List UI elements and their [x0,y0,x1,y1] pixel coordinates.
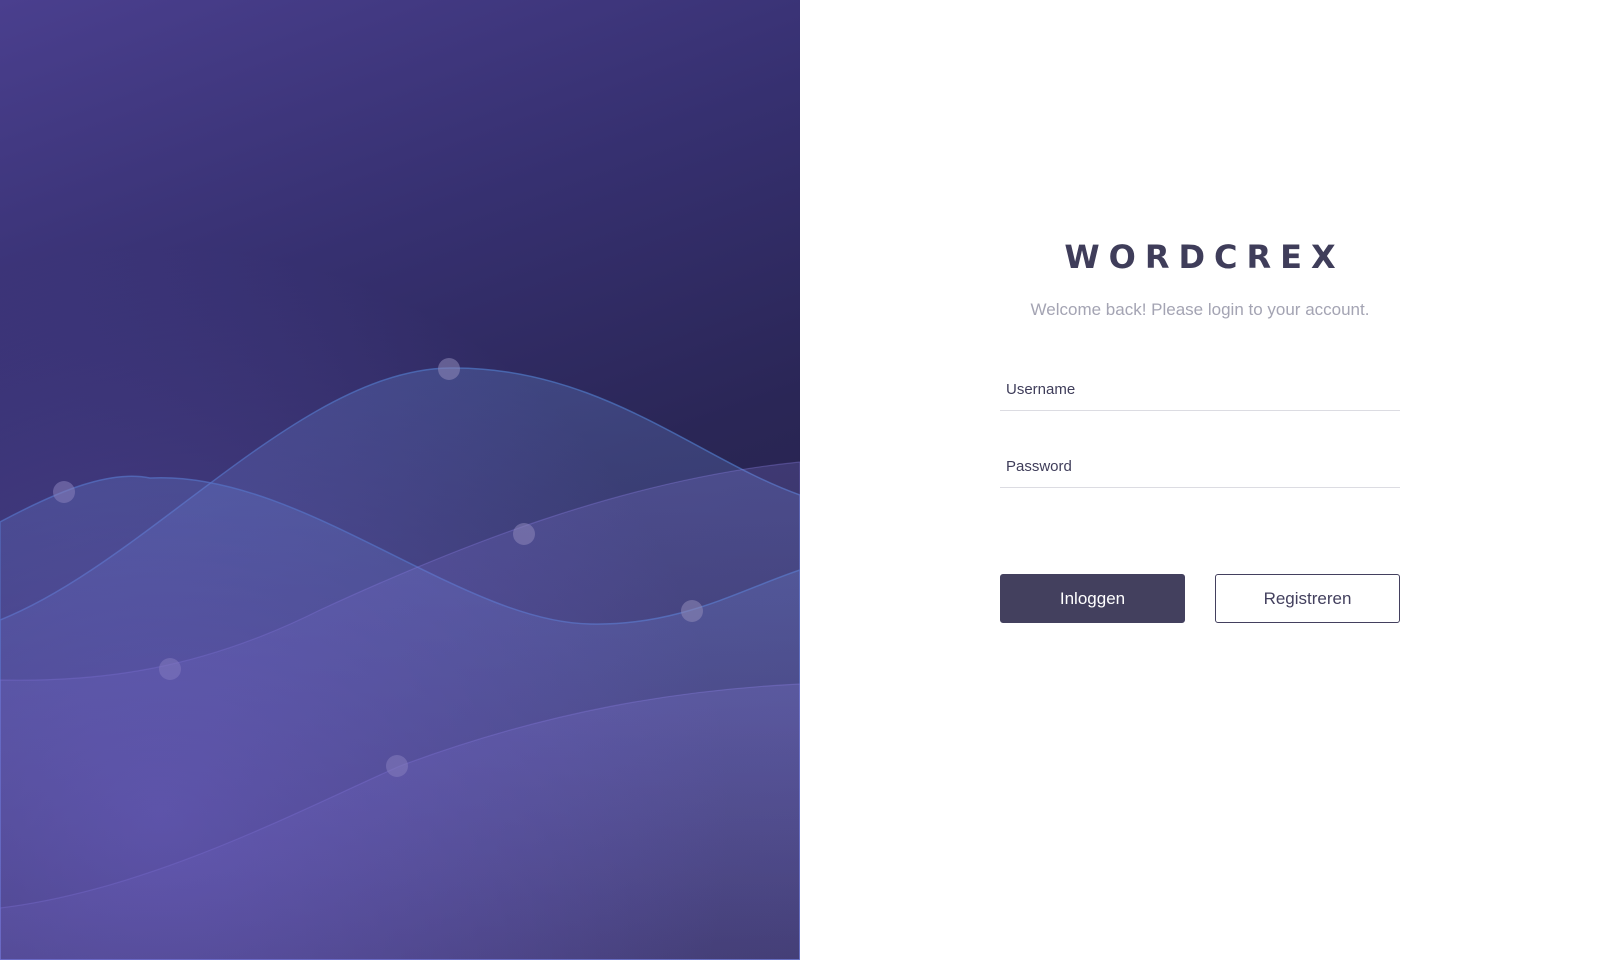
login-form: WORDCREX Welcome back! Please login to y… [1000,232,1400,623]
wave-dot [681,600,703,622]
wave-dot [513,523,535,545]
login-form-panel: WORDCREX Welcome back! Please login to y… [800,0,1600,960]
wave-dot [53,481,75,503]
password-input[interactable] [1000,458,1400,487]
username-field [1000,366,1400,411]
welcome-subtitle: Welcome back! Please login to your accou… [1030,300,1370,319]
wave-dot [159,658,181,680]
wave-illustration [0,358,800,960]
wave-dot [438,358,460,380]
login-page: WORDCREX Welcome back! Please login to y… [0,0,1600,960]
password-field [1000,443,1400,488]
brand-title: WORDCREX [1064,238,1345,276]
hero-illustration-panel [0,0,800,960]
register-button[interactable]: Registreren [1215,574,1400,623]
form-actions: Inloggen Registreren [1000,574,1400,623]
wave-dot [386,755,408,777]
login-button[interactable]: Inloggen [1000,574,1185,623]
username-input[interactable] [1000,381,1400,410]
